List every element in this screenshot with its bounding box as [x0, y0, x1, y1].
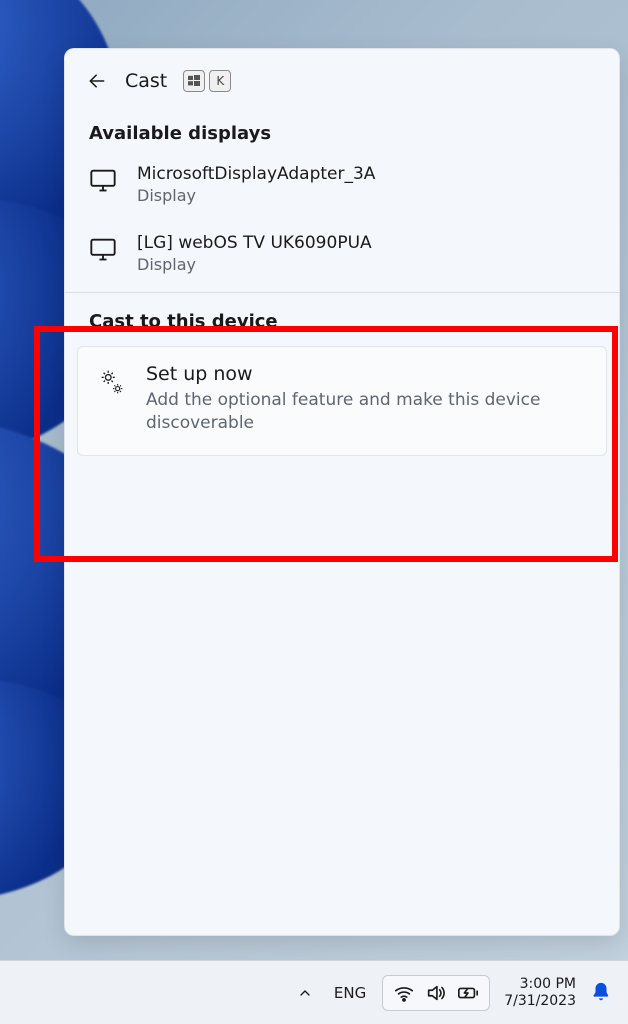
- device-subtitle: Display: [137, 186, 375, 205]
- monitor-icon: [89, 235, 117, 263]
- gears-icon: [96, 367, 128, 399]
- cast-flyout: Cast K Available displays MicrosoftDispl…: [64, 48, 620, 936]
- windows-key-icon: [183, 70, 205, 92]
- back-button[interactable]: [85, 69, 109, 93]
- setup-description: Add the optional feature and make this d…: [146, 389, 588, 435]
- battery-icon: [457, 982, 479, 1004]
- volume-icon: [425, 982, 447, 1004]
- display-device[interactable]: MicrosoftDisplayAdapter_3A Display: [65, 154, 619, 223]
- setup-title: Set up now: [146, 363, 588, 385]
- shortcut-key: K: [209, 70, 231, 92]
- tray-overflow-button[interactable]: [292, 980, 318, 1006]
- cast-to-device-label: Cast to this device: [65, 293, 619, 346]
- device-name: MicrosoftDisplayAdapter_3A: [137, 164, 375, 184]
- system-tray[interactable]: [382, 975, 490, 1011]
- panel-title: Cast: [125, 70, 167, 92]
- language-indicator[interactable]: ENG: [328, 978, 372, 1008]
- keyboard-hint: K: [183, 70, 231, 92]
- available-displays-label: Available displays: [65, 105, 619, 154]
- clock[interactable]: 3:00 PM 7/31/2023: [500, 976, 580, 1010]
- date-text: 7/31/2023: [504, 993, 576, 1010]
- device-subtitle: Display: [137, 255, 372, 274]
- device-name: [LG] webOS TV UK6090PUA: [137, 233, 372, 253]
- taskbar: ENG 3:00 PM 7/31/2023: [0, 960, 628, 1024]
- time-text: 3:00 PM: [520, 976, 576, 993]
- notifications-icon[interactable]: [590, 981, 614, 1005]
- setup-now-card[interactable]: Set up now Add the optional feature and …: [77, 346, 607, 456]
- panel-header: Cast K: [65, 69, 619, 105]
- display-device[interactable]: [LG] webOS TV UK6090PUA Display: [65, 223, 619, 292]
- monitor-icon: [89, 166, 117, 194]
- wifi-icon: [393, 982, 415, 1004]
